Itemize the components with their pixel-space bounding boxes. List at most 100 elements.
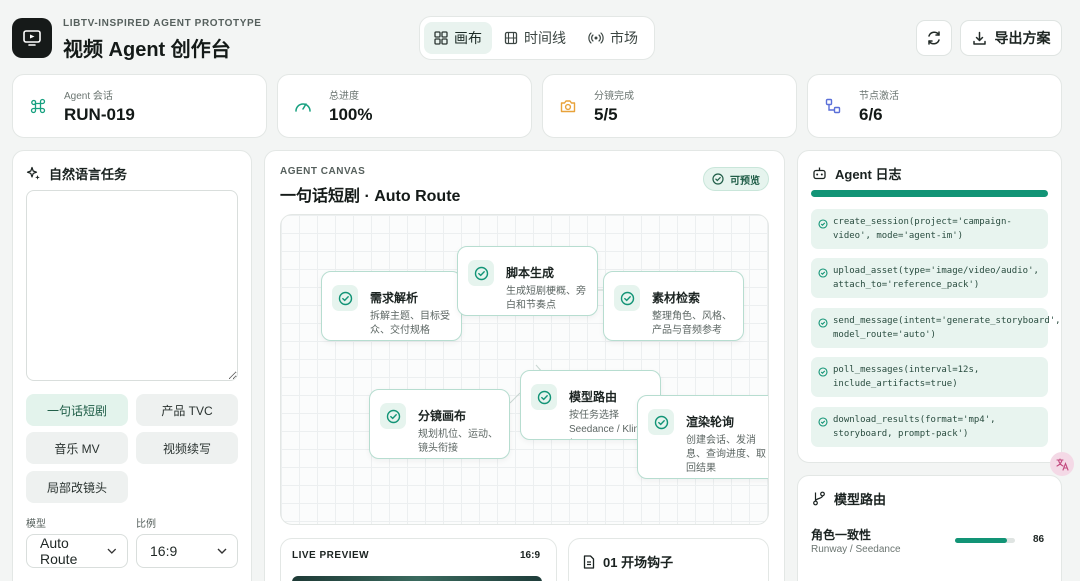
node-asset-search[interactable]: 素材检索整理角色、风格、产品与音频参考 [603,271,744,341]
check-circle-icon [474,266,488,280]
grid-icon [434,31,448,45]
node-desc: 生成短剧梗概、旁白和节奏点 [506,286,586,311]
refresh-icon [928,31,940,45]
route-name: 角色一致性 [811,528,872,542]
translate-button[interactable] [1050,452,1074,476]
model-select[interactable]: Auto Route [26,534,128,568]
check-circle-icon [818,417,828,427]
agent-canvas[interactable]: 需求解析拆解主题、目标受众、交付规格 脚本生成生成短剧梗概、旁白和节奏点 素材检… [280,214,769,525]
chevron-down-icon [107,548,117,554]
command-icon [30,98,46,114]
export-button[interactable]: 导出方案 [960,20,1062,56]
log-entry: poll_messages(interval=12s, include_arti… [811,357,1048,397]
monitor-play-icon [23,30,41,46]
translate-icon [1056,458,1069,471]
check-circle-icon [818,318,828,328]
shot-card-title: 01 开场钩子 [583,552,673,571]
tab-timeline[interactable]: 时间线 [494,22,576,54]
refresh-button[interactable] [916,20,952,56]
route-models: Runway / Seedance [811,544,901,555]
task-panel-title-text: 自然语言任务 [49,167,128,182]
log-progress-bar [811,190,1048,197]
log-entry-text: send_message(intent='generate_storyboard… [833,316,1061,340]
tab-timeline-label: 时间线 [524,30,566,46]
model-label: 模型 [26,519,46,530]
log-entry: send_message(intent='generate_storyboard… [811,308,1061,348]
stat-value: 6/6 [859,105,883,124]
chip-local-edit[interactable]: 局部改镜头 [26,471,128,503]
preview-badge-label: 可预览 [730,175,760,187]
workflow-icon [825,98,841,114]
stat-value: RUN-019 [64,105,135,124]
file-text-icon [583,554,595,569]
node-requirement-parse[interactable]: 需求解析拆解主题、目标受众、交付规格 [321,271,462,341]
camera-icon [560,100,576,113]
broadcast-icon [588,32,604,44]
check-circle-icon [818,219,828,229]
sparkles-icon [26,166,40,180]
log-entry-text: poll_messages(interval=12s, include_arti… [833,365,980,389]
tab-market-label: 市场 [610,30,638,46]
route-score-fill [955,538,1007,543]
stat-value: 100% [329,105,373,124]
log-entry-text: create_session(project='campaign-video',… [833,217,1012,241]
stat-card-session: Agent 会话 RUN-019 [12,74,267,138]
log-panel-title: Agent 日志 [812,164,901,183]
canvas-eyebrow: AGENT CANVAS [280,166,366,177]
log-entry-text: download_results(format='mp4', storyboar… [833,415,996,439]
git-branch-icon [813,491,825,506]
export-label: 导出方案 [994,30,1051,46]
log-panel-title-text: Agent 日志 [835,167,902,182]
check-circle-icon [712,173,724,185]
route-score: 86 [1033,534,1045,545]
chip-music-mv[interactable]: 音乐 MV [26,432,128,464]
stat-label: 节点激活 [859,91,899,102]
node-storyboard[interactable]: 分镜画布 规划机位、运动、镜头衔接 [369,389,510,459]
stat-label: Agent 会话 [64,91,113,102]
tab-canvas[interactable]: 画布 [424,22,492,54]
chip-short-drama[interactable]: 一句话短剧 [26,394,128,426]
chip-video-continue[interactable]: 视频续写 [136,432,238,464]
ratio-select-value: 16:9 [150,543,178,559]
check-circle-icon [620,291,634,305]
stat-label: 分镜完成 [594,91,634,102]
node-desc: 创建会话、发消息、查询进度、取回结果 [686,435,766,474]
tab-market[interactable]: 市场 [578,22,648,54]
preview-badge: 可预览 [703,167,769,191]
node-title: 需求解析 [370,291,419,305]
node-title: 渲染轮询 [686,415,735,429]
log-entry: download_results(format='mp4', storyboar… [811,407,1048,447]
live-preview-label: LIVE PREVIEW [292,550,370,561]
shot-title-text: 01 开场钩子 [603,555,674,570]
ratio-select[interactable]: 16:9 [136,534,238,568]
node-script-gen[interactable]: 脚本生成生成短剧梗概、旁白和节奏点 [457,246,598,316]
tab-canvas-label: 画布 [454,30,482,46]
chip-product-tvc[interactable]: 产品 TVC [136,394,238,426]
stat-card-shots: 分镜完成 5/5 [542,74,797,138]
live-preview-ratio: 16:9 [520,550,541,561]
node-render-poll[interactable]: 渲染轮询创建会话、发消息、查询进度、取回结果 [637,395,768,479]
check-circle-icon [338,291,352,305]
routing-panel-title-text: 模型路由 [834,492,887,507]
check-circle-icon [818,367,828,377]
node-desc: 整理角色、风格、产品与音频参考 [652,311,732,336]
live-preview-video[interactable] [292,576,542,581]
log-entry: upload_asset(type='image/video/audio', a… [811,258,1048,298]
node-title: 素材检索 [652,291,701,305]
task-input[interactable] [26,190,238,381]
app-subtitle: LIBTV-INSPIRED AGENT PROTOTYPE [63,18,262,29]
node-desc: 规划机位、运动、镜头衔接 [418,429,498,454]
app-logo [12,18,52,58]
stat-card-nodes: 节点激活 6/6 [807,74,1062,138]
task-panel-title: 自然语言任务 [26,164,127,183]
ratio-label: 比例 [136,519,156,530]
route-next-item [811,572,851,581]
node-desc: 拆解主题、目标受众、交付规格 [370,311,450,336]
view-tabs: 画布 时间线 市场 [419,16,655,60]
app-title: 视频 Agent 创作台 [63,39,231,61]
node-title: 脚本生成 [506,266,555,280]
check-circle-icon [537,390,551,404]
canvas-title: 一句话短剧 · Auto Route [280,188,461,205]
check-circle-icon [386,409,400,423]
download-icon [972,31,986,45]
